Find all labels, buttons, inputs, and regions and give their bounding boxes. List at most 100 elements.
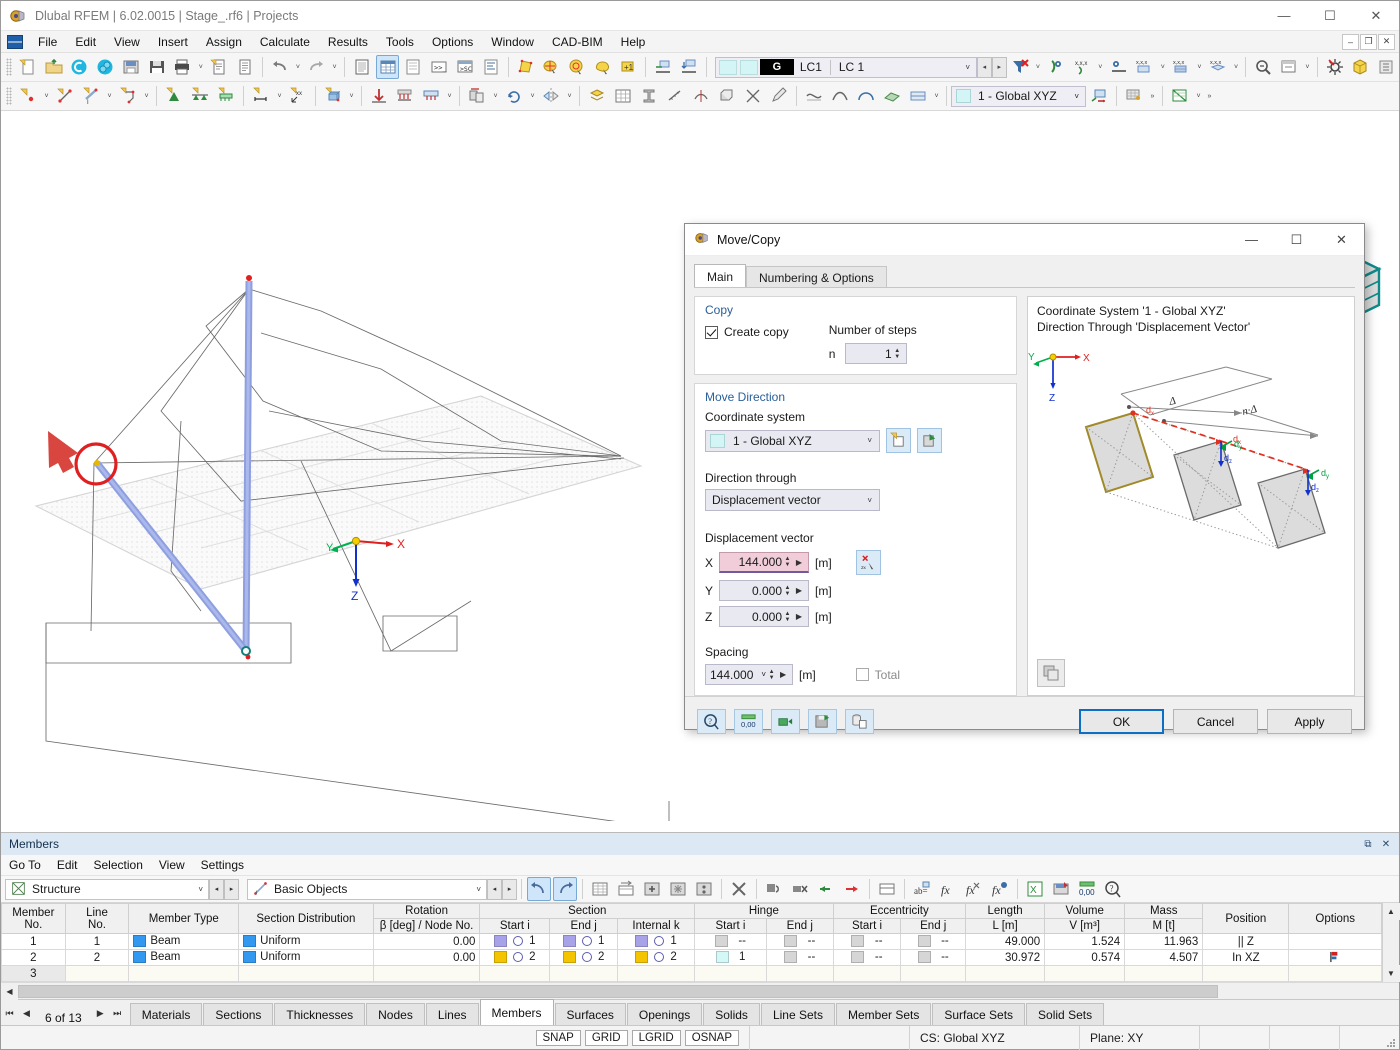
rotate-icon[interactable]	[502, 84, 526, 108]
panel-menu-view[interactable]: View	[151, 856, 193, 874]
move-right-icon[interactable]	[840, 877, 864, 901]
cell-mass[interactable]	[1124, 965, 1204, 982]
dialog-title-bar[interactable]: Move/Copy — ☐ ✕	[685, 224, 1364, 256]
model-display-icon[interactable]: x,x,x	[1169, 55, 1193, 79]
redo-table-icon[interactable]	[553, 877, 577, 901]
work-plane-icon[interactable]	[1087, 84, 1111, 108]
chevron-down-icon[interactable]: ˅	[1074, 92, 1079, 101]
status-grid-toggle[interactable]: GRID	[584, 1029, 628, 1046]
object-tab-solids[interactable]: Solids	[703, 1003, 760, 1025]
curve-icon[interactable]	[828, 84, 852, 108]
add-row-icon[interactable]	[640, 877, 664, 901]
trim-icon[interactable]	[689, 84, 713, 108]
redo-icon[interactable]	[304, 55, 328, 79]
structure-prev-button[interactable]: ◂	[209, 878, 224, 900]
objects-next-button[interactable]: ▸	[502, 878, 517, 900]
model-viewport[interactable]: X Y Z X Y Z	[1, 111, 1399, 832]
cell-ecc-start[interactable]	[832, 965, 902, 982]
coordinate-system-select[interactable]: 1 - Global XYZ ˅	[705, 429, 880, 452]
cell-volume[interactable]	[1044, 965, 1126, 982]
mirror-dropdown-icon[interactable]: ˅	[564, 84, 575, 108]
select-free-icon[interactable]	[591, 55, 615, 79]
cell-ecc-start[interactable]: --	[832, 949, 902, 966]
remove-selection-icon[interactable]	[788, 877, 812, 901]
status-resize-grip[interactable]	[1339, 1025, 1399, 1050]
object-tab-line-sets[interactable]: Line Sets	[760, 1003, 835, 1025]
cell-length[interactable]	[965, 965, 1046, 982]
cell-section-end[interactable]: 1	[549, 933, 619, 950]
objects-prev-button[interactable]: ◂	[487, 878, 502, 900]
export-excel-icon[interactable]: X	[1023, 877, 1047, 901]
cell-member-type[interactable]: Beam	[128, 949, 240, 966]
load-case-combo[interactable]: G LC1 LC 1 ˅	[714, 56, 977, 78]
layers-icon[interactable]	[585, 84, 609, 108]
table-vertical-scrollbar[interactable]: ▲ ▼	[1382, 903, 1400, 982]
tables-icon[interactable]	[375, 55, 400, 79]
save-as-icon[interactable]	[119, 55, 143, 79]
spacing-spinner[interactable]: ▲ ▼	[766, 665, 777, 684]
object-tab-lines[interactable]: Lines	[425, 1003, 479, 1025]
model-cloud-icon[interactable]	[93, 55, 117, 79]
cell-hinge-end[interactable]: --	[765, 933, 834, 950]
preview-settings-button[interactable]	[1037, 659, 1065, 687]
new-solid-icon[interactable]	[321, 84, 345, 108]
apply-button[interactable]: Apply	[1267, 709, 1352, 734]
print-dropdown-icon[interactable]: ˅	[195, 55, 206, 79]
cell-length[interactable]: 30.972	[965, 949, 1046, 966]
cell-rotation[interactable]	[372, 965, 481, 982]
menu-insert[interactable]: Insert	[149, 33, 197, 51]
create-copy-checkbox[interactable]	[705, 325, 718, 339]
menu-options[interactable]: Options	[423, 33, 482, 51]
info-panel-icon[interactable]	[479, 55, 503, 79]
dimension-icon[interactable]	[249, 84, 273, 108]
tab-numbering-options[interactable]: Numbering & Options	[746, 266, 887, 288]
object-tab-surfaces[interactable]: Surfaces	[554, 1003, 626, 1025]
cell-section-start[interactable]: 2	[479, 949, 551, 966]
cell-member-no[interactable]: 1	[1, 933, 66, 950]
window-close-button[interactable]: ✕	[1353, 1, 1399, 31]
load-case-prev-button[interactable]: ◂	[977, 56, 992, 78]
cell-hinge-start[interactable]	[694, 965, 767, 982]
extrude-icon[interactable]	[715, 84, 739, 108]
model-display-dropdown-icon[interactable]: ˅	[1194, 55, 1205, 79]
insert-row-icon[interactable]	[614, 877, 638, 901]
chevron-down-icon[interactable]: ˅	[867, 436, 872, 445]
horizontal-scroll-thumb[interactable]	[18, 984, 1218, 998]
more-tools-icon[interactable]	[1374, 55, 1398, 79]
menu-calculate[interactable]: Calculate	[251, 33, 319, 51]
total-checkbox[interactable]	[855, 668, 869, 681]
structure-next-button[interactable]: ▸	[224, 878, 239, 900]
table-help-icon[interactable]: ?	[1101, 877, 1125, 901]
status-osnap-toggle[interactable]: OSNAP	[684, 1029, 739, 1046]
console-icon[interactable]: >>_	[427, 55, 451, 79]
new-surface-dropdown-icon[interactable]: ˅	[141, 84, 152, 108]
tabs-last-button[interactable]: ⏭	[109, 1001, 126, 1025]
undo-dropdown-icon[interactable]: ˅	[292, 55, 303, 79]
select-objects-icon[interactable]	[514, 55, 538, 79]
row-options-icon[interactable]	[692, 877, 716, 901]
import-button[interactable]	[771, 709, 800, 734]
formula-info-icon[interactable]: fx	[988, 877, 1012, 901]
filter-dropdown-icon[interactable]: ˅	[1032, 55, 1043, 79]
cell-section-distribution[interactable]: Uniform	[238, 949, 374, 966]
menu-assign[interactable]: Assign	[197, 33, 251, 51]
cell-rotation[interactable]: 0.00	[372, 949, 481, 966]
deform-icon[interactable]	[802, 84, 826, 108]
members-table[interactable]: Member No. Line No. Member Type Section Di…	[1, 903, 1382, 982]
rename-icon[interactable]: ab=	[910, 877, 934, 901]
model-3d-icon[interactable]	[1349, 55, 1373, 79]
cell-section-distribution[interactable]: Uniform	[238, 933, 374, 950]
render-on-icon[interactable]	[651, 55, 675, 79]
filter-icon[interactable]	[1008, 55, 1032, 79]
arc-icon[interactable]	[854, 84, 878, 108]
cell-section-start[interactable]: 1	[479, 933, 551, 950]
cell-rotation[interactable]: 0.00	[372, 933, 481, 950]
refresh-rows-icon[interactable]	[666, 877, 690, 901]
cut-icon[interactable]	[741, 84, 765, 108]
cell-ecc-start[interactable]: --	[832, 933, 902, 950]
view-options-icon[interactable]	[906, 84, 930, 108]
cell-position[interactable]: || Z	[1202, 933, 1290, 950]
move-left-icon[interactable]	[814, 877, 838, 901]
displacement-x-expand-icon[interactable]: ▶	[793, 558, 805, 567]
new-coordinate-system-button[interactable]	[886, 428, 911, 453]
